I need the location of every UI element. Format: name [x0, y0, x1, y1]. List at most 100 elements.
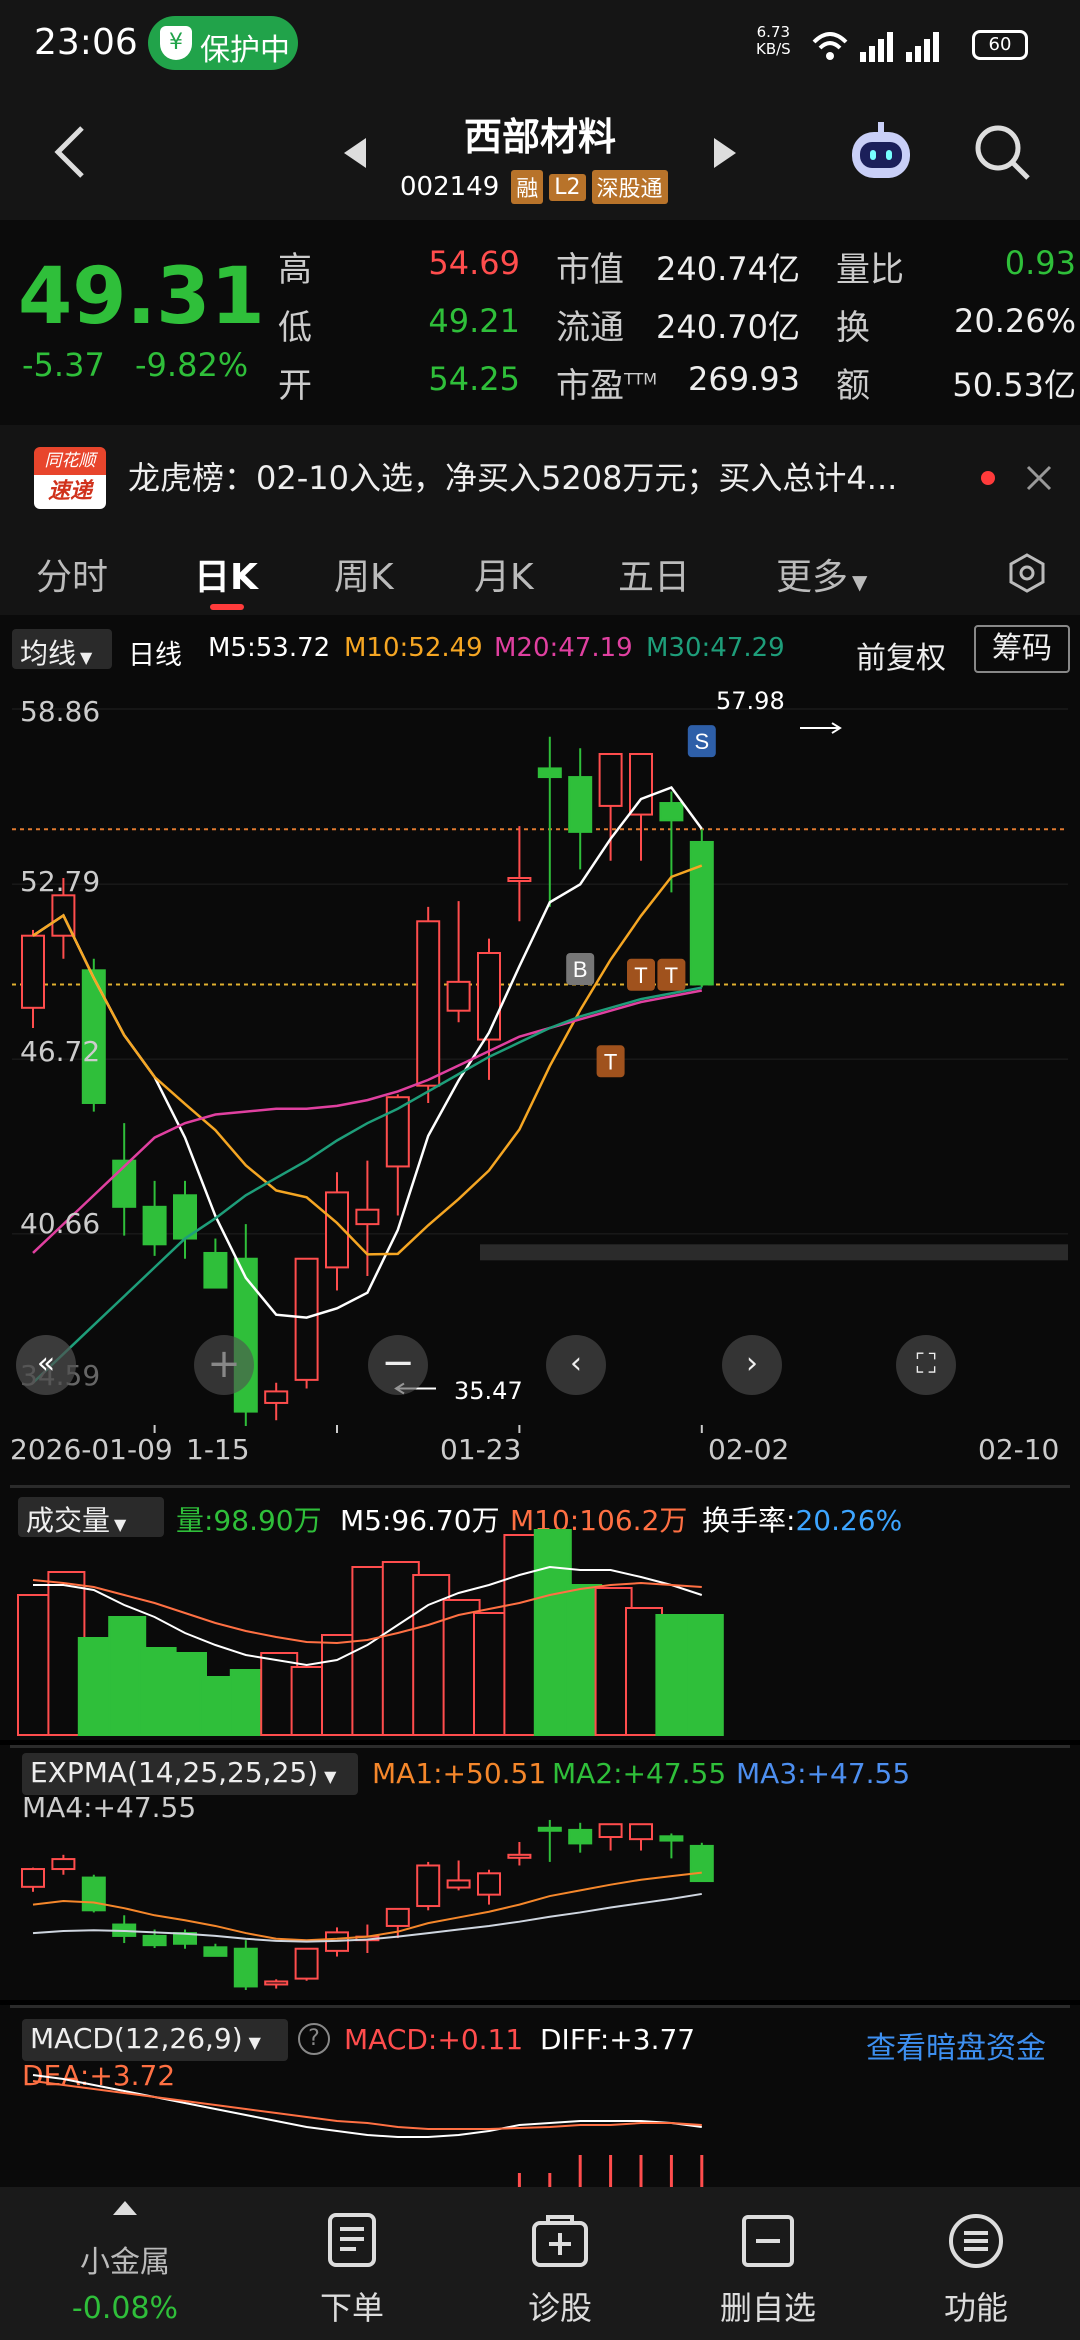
diagnose-icon [532, 2215, 588, 2267]
y-label-3: 46.72 [20, 1035, 101, 1068]
chip-band [480, 1244, 1068, 1261]
next-stock-icon[interactable] [712, 136, 738, 170]
zoom-out-icon[interactable]: − [368, 1335, 428, 1395]
high-arrow [800, 722, 842, 734]
expma-candle [507, 1853, 532, 1859]
float-label: 流通 [556, 308, 624, 348]
macd-panel: MACD(12,26,9) ▼ ? MACD:+0.11 DIFF:+3.77 查… [0, 2005, 1080, 2187]
candle [507, 877, 532, 883]
tab-more[interactable]: 更多 ▼ [776, 548, 867, 600]
news-text[interactable]: 龙虎榜：02-10入选，净买入5208万元；买入总计4... [128, 453, 988, 499]
function-label: 功能 [943, 2289, 1008, 2327]
order-button[interactable]: 下单 [252, 2187, 452, 2340]
remove-watchlist-button[interactable]: 删自选 [668, 2187, 868, 2340]
y-label-2: 52.79 [20, 865, 101, 898]
protect-badge-label: 保护中 [200, 33, 290, 68]
remove-watchlist-icon [742, 2215, 794, 2267]
diff-line [32, 2074, 702, 2138]
mcap-value: 240.74亿 [656, 250, 800, 288]
divider [10, 1485, 1070, 1488]
adjust-mode[interactable]: 前复权 [856, 633, 946, 677]
tab-daily-k[interactable]: 日K [194, 548, 258, 600]
macd-select[interactable]: MACD(12,26,9) ▼ [22, 2019, 288, 2061]
macd-chart[interactable] [0, 2065, 1080, 2187]
net-speed-unit: KB/S [756, 40, 791, 58]
candle [294, 1257, 319, 1381]
help-icon[interactable]: ? [298, 2023, 330, 2055]
tab-weekly-k[interactable]: 周K [334, 548, 394, 600]
zoom-out-all-icon[interactable]: « [16, 1335, 76, 1395]
expma-panel: EXPMA(14,25,25,25) ▼ MA1:+50.51 MA2:+47.5… [0, 1745, 1080, 2000]
turnover-value: 20.26% [953, 302, 1076, 340]
fullscreen-icon[interactable]: ⛶ [896, 1335, 956, 1395]
chart-tabs: 分时 日K 周K 月K 五日 更多 ▼ [0, 530, 1080, 615]
expma-candle [629, 1823, 653, 1841]
x-label-4: 02-02 [708, 1433, 790, 1466]
remove-watchlist-label: 删自选 [719, 2289, 816, 2327]
prev-stock-icon[interactable] [342, 136, 368, 170]
chevron-down-icon: ▼ [324, 1767, 337, 1786]
pe-label: 市盈TTM [556, 358, 657, 407]
expma-candle [477, 1872, 501, 1896]
back-icon[interactable] [50, 122, 90, 182]
diagnose-button[interactable]: 诊股 [460, 2187, 660, 2340]
expma-candle [598, 1823, 623, 1839]
expma-candle [568, 1828, 593, 1845]
tab-monthly-k[interactable]: 月K [474, 548, 534, 600]
expma-candle [446, 1879, 471, 1889]
expma-candle [142, 1934, 167, 1947]
scroll-right-icon[interactable]: › [722, 1335, 782, 1395]
divider [10, 1745, 1070, 1748]
close-icon[interactable] [1024, 463, 1054, 493]
robot-assistant-icon[interactable] [848, 120, 914, 186]
ma-select[interactable]: 均线 ▼ [12, 629, 112, 670]
expand-up-icon [113, 2201, 137, 2215]
protect-badge[interactable]: ¥ 保护中 [148, 16, 298, 70]
ma20-value: M20:47.19 [494, 633, 633, 663]
ths-express-logo: 同花顺 速递 [34, 447, 106, 509]
news-banner[interactable]: 同花顺 速递 龙虎榜：02-10入选，净买入5208万元；买入总计4... [0, 425, 1080, 530]
macd-select-label: MACD(12,26,9) [30, 2022, 243, 2055]
x-label-3: 01-23 [440, 1433, 522, 1466]
vol-ratio-value: 0.93 [1004, 244, 1076, 282]
function-button[interactable]: 功能 [876, 2187, 1076, 2340]
sector-index[interactable]: 小金属 -0.08% [0, 2187, 250, 2340]
candle [629, 752, 653, 816]
menu-icon [949, 2214, 1003, 2268]
candle [689, 840, 714, 986]
tab-more-label: 更多 [776, 557, 849, 598]
scroll-left-icon[interactable]: ‹ [546, 1335, 606, 1395]
status-bar: 23:06 ¥ 保护中 6.73 KB/S 60 [0, 0, 1080, 92]
volume-chart[interactable] [0, 1525, 1080, 1740]
x-label-2: 1-15 [186, 1433, 250, 1466]
trade-marker-label: T [665, 963, 678, 988]
kline-panel: 均线 ▼ 日线 M5:53.72 M10:52.49 M20:47.19 M30:… [0, 615, 1080, 1485]
high-note: 57.98 [716, 687, 785, 715]
chip-button[interactable]: 筹码 [974, 625, 1070, 673]
dark-pool-link[interactable]: 查看暗盘资金 [866, 2023, 1046, 2067]
tab-five-day[interactable]: 五日 [618, 548, 690, 600]
active-tab-indicator [210, 604, 244, 610]
trade-marker-label: B [573, 957, 588, 982]
shield-icon: ¥ [160, 26, 192, 60]
zoom-in-icon[interactable]: + [194, 1335, 254, 1395]
expma-candle [264, 1980, 289, 1986]
candle [537, 767, 562, 779]
candle [598, 752, 623, 807]
mcap-label: 市值 [556, 250, 624, 290]
stock-name: 西部材料 [463, 115, 616, 159]
high-value: 54.69 [428, 244, 520, 282]
stock-code-row: 002149 融 L2 深股通 [400, 170, 668, 204]
search-icon[interactable] [972, 122, 1032, 182]
quote-panel: 49.31 -5.37 -9.82% 高 低 开 54.69 49.21 54.… [0, 220, 1080, 425]
low-value: 49.21 [428, 302, 520, 340]
expma-chart[interactable] [0, 1785, 1080, 2000]
last-price: 49.31 [18, 252, 265, 342]
tab-intraday[interactable]: 分时 [36, 548, 108, 600]
x-label-1: 2026-01-09 [10, 1433, 173, 1466]
expma-candle [51, 1858, 76, 1871]
settings-hex-icon[interactable] [1006, 552, 1048, 594]
amount-label: 额 [836, 366, 870, 406]
net-speed: 6.73 KB/S [756, 24, 791, 58]
candle [142, 1205, 167, 1246]
